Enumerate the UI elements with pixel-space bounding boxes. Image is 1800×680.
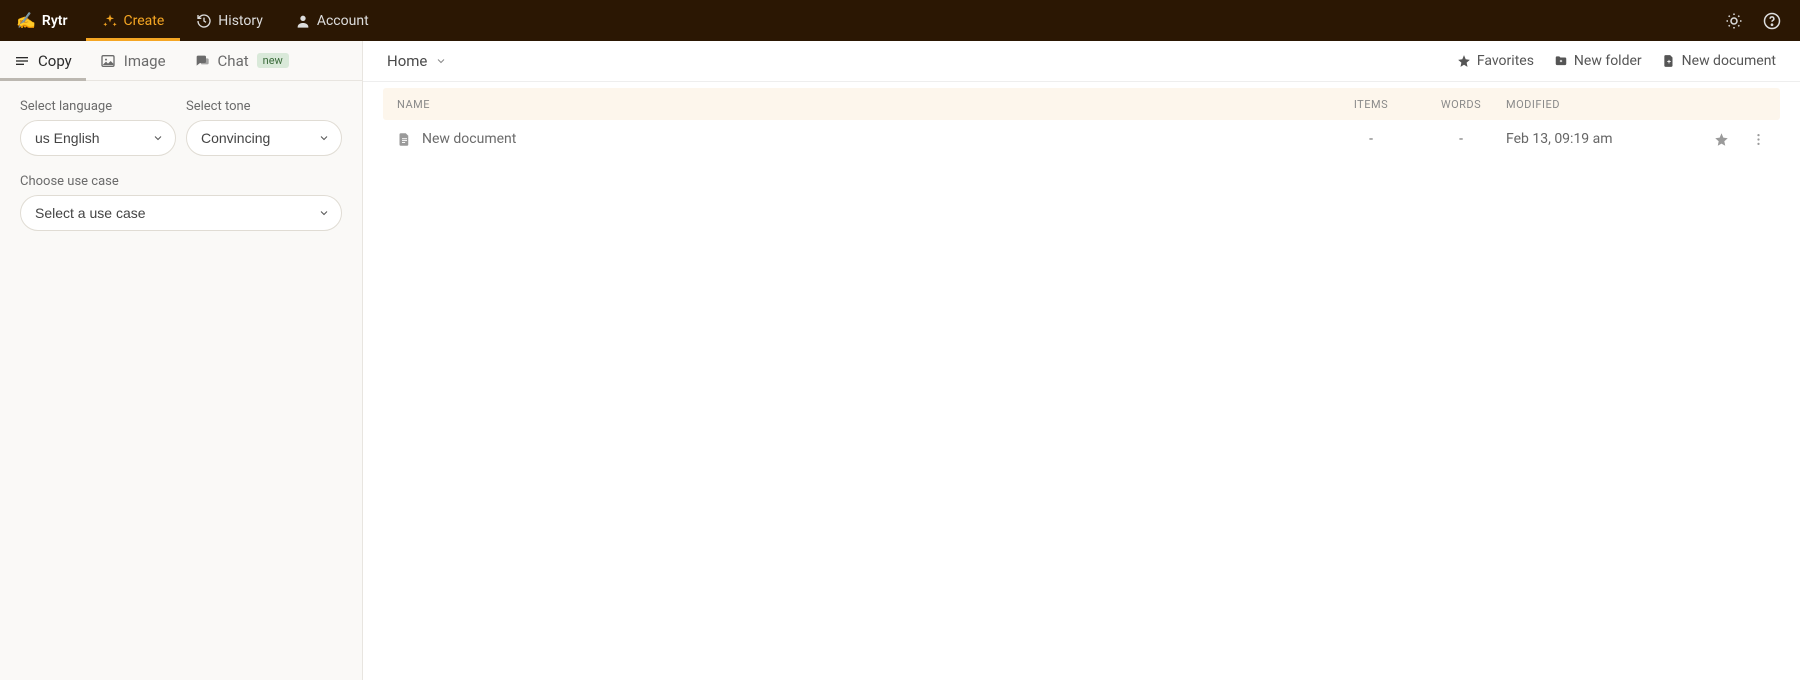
language-label: Select language: [20, 99, 176, 114]
help-button[interactable]: [1760, 9, 1784, 33]
history-icon: [196, 13, 212, 29]
language-group: Select language us English: [20, 99, 176, 156]
col-header-modified: MODIFIED: [1506, 98, 1676, 111]
sidebar: Copy Image Chat new Select language us E…: [0, 41, 363, 680]
folder-plus-icon: [1554, 54, 1568, 68]
image-icon: [100, 53, 116, 69]
topnav-left: ✍ Rytr Create History Account: [16, 0, 385, 41]
sun-icon: [1725, 12, 1743, 30]
top-navbar: ✍ Rytr Create History Account: [0, 0, 1800, 41]
documents-table: NAME ITEMS WORDS MODIFIED New document -…: [363, 82, 1800, 158]
row-items: -: [1326, 131, 1416, 147]
col-header-items: ITEMS: [1326, 98, 1416, 111]
nav-account-label: Account: [317, 13, 369, 29]
table-row[interactable]: New document - - Feb 13, 09:19 am: [383, 120, 1780, 158]
more-vertical-icon[interactable]: [1751, 132, 1766, 147]
file-plus-icon: [1662, 54, 1676, 68]
topnav-right: [1722, 9, 1784, 33]
tab-image[interactable]: Image: [86, 41, 180, 80]
tone-value: Convincing: [201, 130, 270, 146]
breadcrumb-home: Home: [387, 52, 427, 70]
sidebar-tabs: Copy Image Chat new: [0, 41, 362, 81]
usecase-label: Choose use case: [20, 174, 342, 189]
tone-select[interactable]: Convincing: [186, 120, 342, 156]
row-words: -: [1416, 131, 1506, 147]
help-icon: [1763, 12, 1781, 30]
tab-copy-label: Copy: [38, 52, 72, 70]
col-header-words: WORDS: [1416, 98, 1506, 111]
table-header: NAME ITEMS WORDS MODIFIED: [383, 88, 1780, 120]
tab-chat[interactable]: Chat new: [180, 41, 303, 80]
col-header-name: NAME: [397, 98, 1326, 111]
content-toolbar: Home Favorites New folder New document: [363, 41, 1800, 82]
tab-copy[interactable]: Copy: [0, 41, 86, 80]
brand-name: Rytr: [42, 13, 68, 29]
brand[interactable]: ✍ Rytr: [16, 11, 68, 30]
tone-group: Select tone Convincing: [186, 99, 342, 156]
tab-image-label: Image: [124, 52, 166, 70]
new-document-button[interactable]: New document: [1662, 53, 1776, 69]
sidebar-form: Select language us English Select tone: [0, 81, 362, 249]
new-folder-button[interactable]: New folder: [1554, 53, 1642, 69]
favorites-button[interactable]: Favorites: [1457, 53, 1534, 69]
chevron-down-icon: [435, 55, 447, 67]
star-icon: [1457, 54, 1471, 68]
chat-icon: [194, 53, 210, 69]
brand-logo-icon: ✍: [16, 11, 36, 30]
usecase-group: Choose use case Select a use case: [20, 174, 342, 231]
nav-create[interactable]: Create: [86, 0, 181, 41]
document-icon: [397, 132, 412, 147]
language-value: us English: [35, 130, 100, 146]
sparkle-icon: [102, 13, 118, 29]
row-name-cell: New document: [397, 131, 1326, 147]
new-badge: new: [257, 53, 289, 68]
nav-create-label: Create: [124, 13, 165, 29]
tone-label: Select tone: [186, 99, 342, 114]
language-select[interactable]: us English: [20, 120, 176, 156]
usecase-value: Select a use case: [35, 205, 146, 221]
menu-icon: [14, 53, 30, 69]
row-actions: [1676, 132, 1766, 147]
new-folder-label: New folder: [1574, 53, 1642, 69]
main-content: Home Favorites New folder New document: [363, 41, 1800, 680]
row-name: New document: [422, 131, 516, 147]
breadcrumb[interactable]: Home: [387, 52, 447, 70]
theme-toggle[interactable]: [1722, 9, 1746, 33]
favorites-label: Favorites: [1477, 53, 1534, 69]
content-actions: Favorites New folder New document: [1457, 53, 1776, 69]
person-icon: [295, 13, 311, 29]
usecase-select[interactable]: Select a use case: [20, 195, 342, 231]
nav-history[interactable]: History: [180, 0, 279, 41]
nav-history-label: History: [218, 13, 263, 29]
tab-chat-label: Chat: [218, 52, 249, 70]
row-modified: Feb 13, 09:19 am: [1506, 131, 1676, 147]
nav-account[interactable]: Account: [279, 0, 385, 41]
star-icon[interactable]: [1714, 132, 1729, 147]
new-document-label: New document: [1682, 53, 1776, 69]
